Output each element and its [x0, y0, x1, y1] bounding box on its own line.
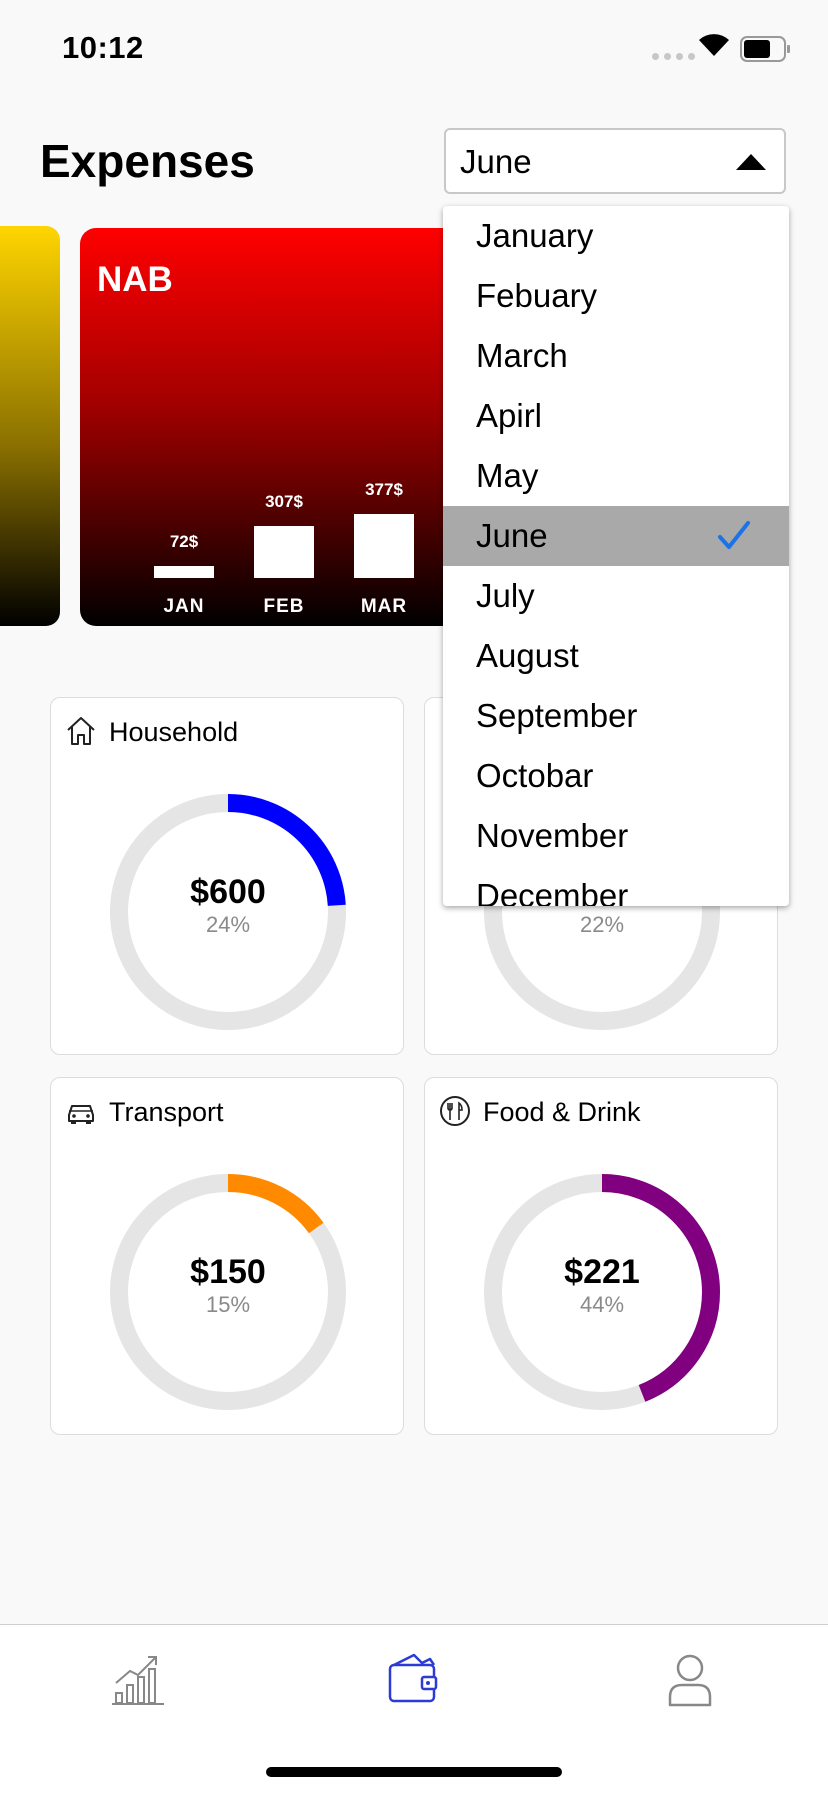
category-amount: $221	[564, 1253, 640, 1291]
category-name: Transport	[109, 1097, 224, 1127]
card-previous[interactable]	[0, 226, 60, 626]
wallet-icon	[388, 1653, 438, 1703]
tab-analytics[interactable]	[108, 1649, 168, 1709]
month-dropdown-list[interactable]: January Febuary March Apirl May June Jul…	[443, 206, 789, 906]
caret-up-icon	[736, 154, 766, 170]
month-select[interactable]: June	[444, 128, 786, 194]
bar-value-label: 307$	[265, 491, 303, 511]
category-card-household[interactable]: Household $600 24%	[50, 697, 404, 1055]
month-option-june[interactable]: June	[443, 506, 789, 566]
month-option-october[interactable]: Octobar	[443, 746, 789, 806]
bar-value-label: 72$	[169, 531, 199, 551]
profile-icon	[668, 1654, 712, 1707]
signal-icon	[652, 53, 695, 60]
category-percent: 22%	[579, 912, 625, 937]
status-time: 10:12	[62, 30, 144, 65]
month-option-february[interactable]: Febuary	[443, 266, 789, 326]
bar-month-label: FEB	[263, 596, 305, 617]
category-percent: 15%	[205, 1292, 251, 1317]
home-indicator	[266, 1767, 562, 1777]
category-card-transport[interactable]: Transport $150 15%	[50, 1077, 404, 1435]
month-option-september[interactable]: September	[443, 686, 789, 746]
tab-wallet[interactable]	[384, 1649, 444, 1709]
month-option-december[interactable]: December	[443, 866, 789, 906]
status-bar: 10:12	[0, 0, 828, 100]
category-percent: 44%	[579, 1292, 625, 1317]
bar-rect	[254, 525, 314, 578]
page-title: Expenses	[40, 135, 255, 187]
chart-icon	[112, 1656, 164, 1705]
bar-value-label: 377$	[365, 480, 403, 499]
checkmark-icon	[718, 521, 750, 549]
house-icon	[67, 717, 95, 745]
category-amount: $600	[190, 873, 266, 911]
month-option-january[interactable]: January	[443, 206, 789, 266]
month-option-august[interactable]: August	[443, 626, 789, 686]
category-name: Food & Drink	[483, 1097, 641, 1127]
bar-mar: 377$ MAR	[354, 228, 414, 626]
month-option-may[interactable]: May	[443, 446, 789, 506]
bar-month-label: JAN	[163, 596, 205, 617]
month-option-march[interactable]: March	[443, 326, 789, 386]
bar-month-label: MAR	[360, 596, 408, 617]
tab-profile[interactable]	[660, 1649, 720, 1709]
battery-icon	[740, 36, 790, 62]
bar-jan: 72$ JAN	[154, 228, 214, 626]
month-select-value: June	[460, 143, 532, 180]
category-card-food-drink[interactable]: Food & Drink $221 44%	[424, 1077, 778, 1435]
bar-rect	[154, 565, 214, 578]
category-name: Household	[109, 717, 239, 747]
fork-knife-icon	[440, 1096, 470, 1126]
wifi-icon	[699, 34, 729, 56]
month-option-april[interactable]: Apirl	[443, 386, 789, 446]
car-icon	[68, 1105, 94, 1124]
category-percent: 24%	[205, 912, 251, 937]
month-option-july[interactable]: July	[443, 566, 789, 626]
month-option-november[interactable]: November	[443, 806, 789, 866]
bar-rect	[354, 514, 414, 578]
bar-feb: 307$ FEB	[254, 228, 314, 626]
card-nab[interactable]: NAB 72$ JAN 307$ FEB 377$ MAR	[80, 228, 480, 626]
category-amount: $150	[190, 1253, 266, 1291]
